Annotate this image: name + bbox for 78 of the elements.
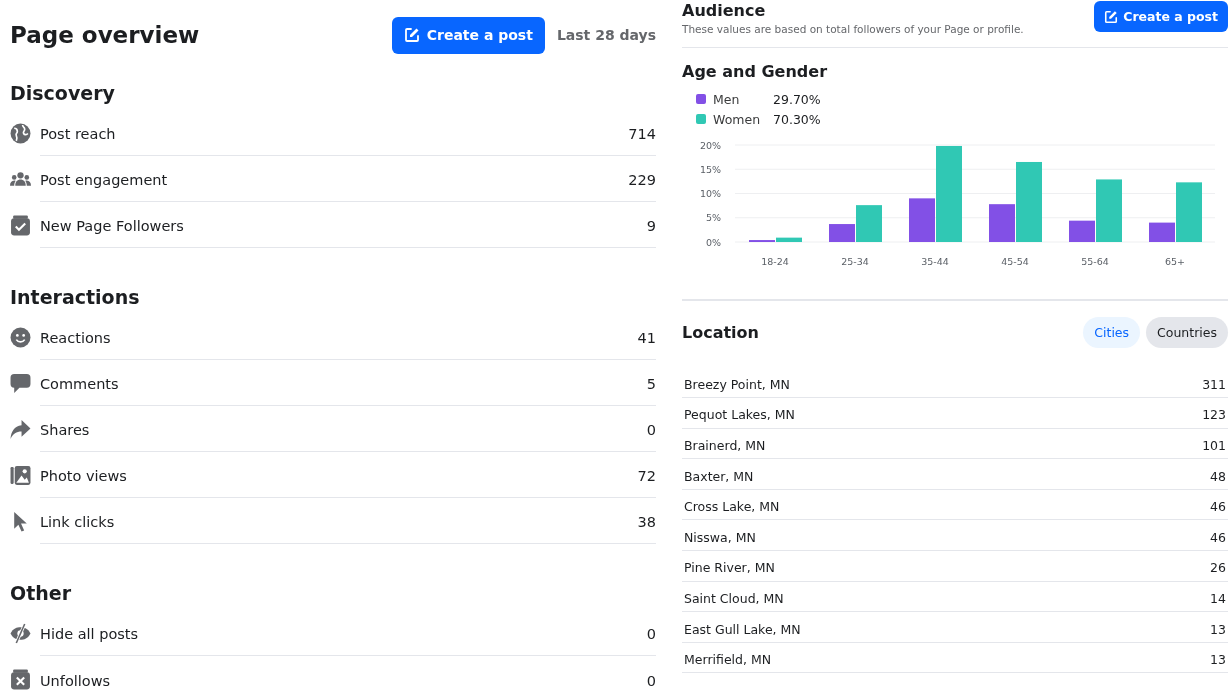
edit-icon [1104,9,1119,24]
comment-icon [10,372,31,394]
page-title: Page overview [10,22,200,48]
metric-label: Hide all posts [40,626,139,642]
city-name: Cross Lake, MN [684,499,780,515]
y-tick-label: 15% [699,163,721,175]
city-count: 13 [1210,652,1226,668]
location-heading: Location [682,322,759,342]
x-tick-label: 18-24 [761,256,789,267]
metric-label: Post reach [40,126,116,142]
legend-value: 29.70% [773,91,821,107]
hidden-eye-icon [10,622,31,644]
cross-card-icon [10,668,31,690]
metric-label: Photo views [40,468,127,484]
metric-value: 72 [637,468,656,484]
metric-value: 714 [628,126,656,142]
metric-value: 41 [637,330,656,346]
location-tab[interactable]: Countries [1146,316,1228,348]
x-tick-label: 65+ [1164,256,1186,267]
city-name: Baxter, MN [684,468,754,484]
audience-subtitle: These values are based on total followers of your Page or profile. [682,23,1024,35]
metric-label: New Page Followers [40,218,184,234]
city-name: Merrifield, MN [684,652,772,668]
y-tick-label: 5% [705,212,721,224]
city-count: 13 [1210,621,1226,637]
x-tick-label: 55-64 [1081,256,1109,267]
metric-label: Unfollows [40,672,111,689]
city-name: Pine River, MN [684,560,775,576]
city-name: Pequot Lakes, MN [684,407,795,423]
metric-value: 5 [646,376,656,392]
create-post-button[interactable]: Create a post [391,16,545,54]
y-tick-label: 0% [705,236,721,248]
city-name: Nisswa, MN [684,529,756,545]
city-name: Breezy Point, MN [684,376,790,392]
legend-value: 70.30% [773,111,821,127]
globe-icon [10,122,31,144]
metric-label: Shares [40,422,90,438]
metric-value: 0 [646,422,656,438]
metric-label: Post engagement [40,172,168,188]
edit-icon [403,27,420,43]
metric-label: Reactions [40,330,111,346]
metric-label: Link clicks [40,514,115,530]
metric-value: 229 [628,172,656,188]
city-count: 101 [1202,438,1226,453]
y-tick-label: 20% [699,139,721,151]
city-name: Saint Cloud, MN [684,590,784,606]
city-count: 123 [1202,407,1226,423]
y-tick-label: 10% [699,188,721,199]
create-post-button[interactable]: Create a post [1094,1,1228,32]
share-arrow-icon [10,418,31,440]
metric-label: Comments [40,376,119,392]
metric-value: 0 [646,672,656,689]
city-count: 46 [1210,499,1226,515]
date-range-label: Last 28 days [556,27,656,43]
x-tick-label: 45-54 [1001,256,1029,267]
city-count: 46 [1210,529,1226,545]
city-count: 14 [1210,590,1226,606]
city-count: 48 [1210,468,1226,484]
city-count: 311 [1202,376,1226,392]
section-heading: Discovery [10,82,116,104]
city-name: East Gull Lake, MN [684,621,801,637]
x-tick-label: 35-44 [921,256,949,267]
section-heading: Other [10,582,73,604]
metric-value: 38 [637,514,656,530]
city-count: 26 [1210,560,1226,576]
metric-value: 0 [646,626,656,642]
legend-label: Men [713,91,741,107]
chart-heading: Age and Gender [682,62,829,81]
photos-icon [10,464,31,486]
checkmark-card-icon [10,214,31,236]
legend-label: Women [713,111,762,127]
x-tick-label: 25-34 [841,256,869,267]
audience-title: Audience [682,1,767,20]
location-tab[interactable]: Cities [1083,316,1141,348]
smiley-icon [10,326,31,348]
metric-value: 9 [646,218,656,234]
section-heading: Interactions [10,286,141,308]
city-name: Brainerd, MN [684,438,766,453]
